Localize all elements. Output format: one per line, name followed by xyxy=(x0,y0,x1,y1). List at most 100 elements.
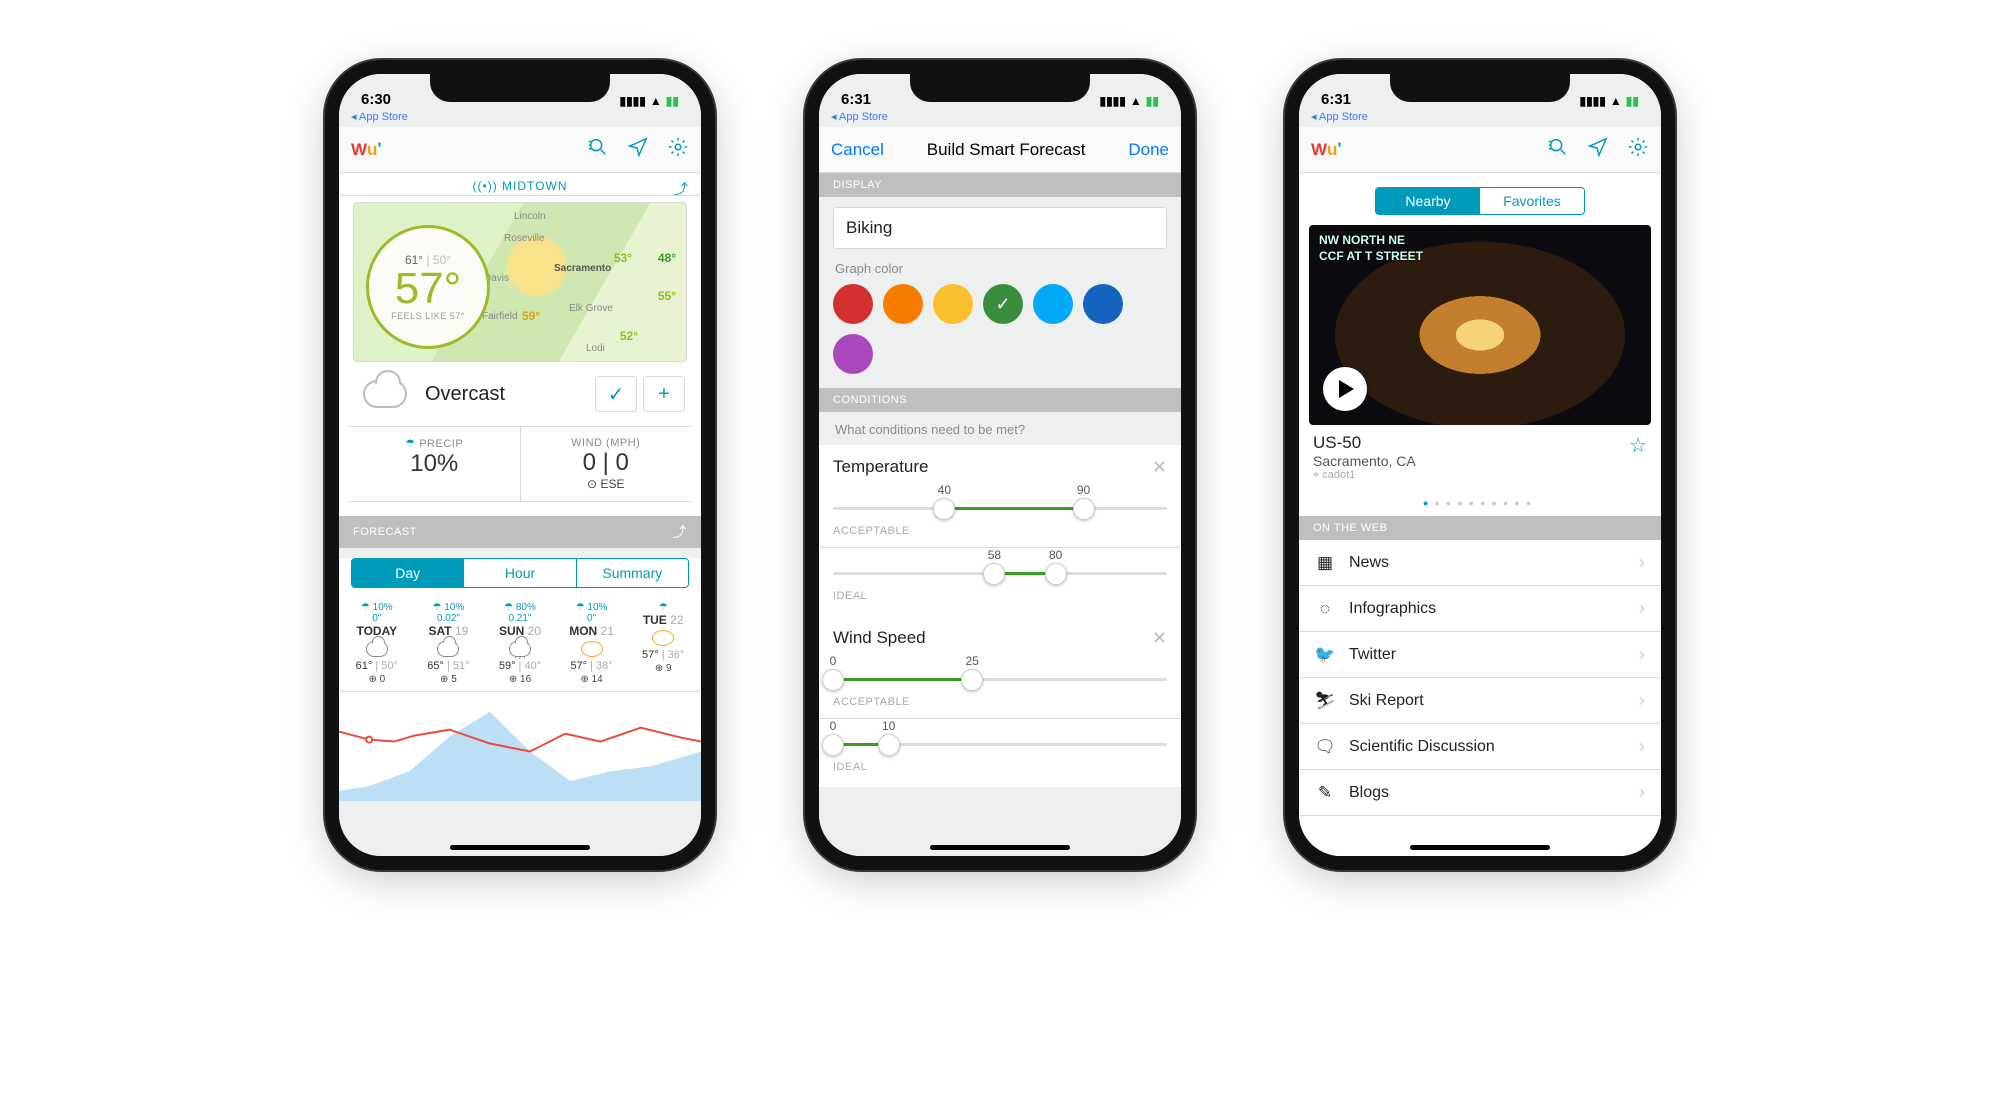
phone-smart-forecast: 6:31 ▮▮▮▮▲▮▮ ◂ App Store Cancel Build Sm… xyxy=(805,60,1195,870)
gear-icon[interactable] xyxy=(667,136,689,163)
conditions-header: CONDITIONS xyxy=(819,388,1181,412)
chevron-right-icon: › xyxy=(1639,690,1645,711)
search-icon[interactable] xyxy=(587,136,609,163)
color-swatch[interactable] xyxy=(833,334,873,374)
page-title: Build Smart Forecast xyxy=(927,140,1086,160)
phone-weather-home: 6:30 ▮▮▮▮▲ ▮▮ ◂ App Store Wu' ((•)) MIDT… xyxy=(325,60,715,870)
color-swatch[interactable] xyxy=(1033,284,1073,324)
mini-map[interactable]: Lincoln Roseville Davis Fairfield Elk Gr… xyxy=(353,202,687,362)
done-button[interactable]: Done xyxy=(1128,140,1169,160)
signal-icon: ▮▮▮▮ xyxy=(619,94,645,108)
phone-webcams: 6:31 ▮▮▮▮▲▮▮ ◂ App Store Wu' Nearby Favo… xyxy=(1285,60,1675,870)
forecast-segments: Day Hour Summary xyxy=(351,558,689,588)
web-link-label: Infographics xyxy=(1349,600,1436,618)
sci-icon: 🗨 xyxy=(1315,737,1335,757)
location-label[interactable]: ((•)) MIDTOWN ⤴ xyxy=(339,173,701,196)
activity-name-input[interactable]: Biking xyxy=(833,207,1167,249)
forecast-day[interactable]: ☂ 80%0.21" SUN 20 59° | 40° ⊕ 16 xyxy=(484,602,556,685)
color-swatch[interactable]: ✓ xyxy=(983,284,1023,324)
close-icon[interactable]: ✕ xyxy=(1152,628,1167,649)
color-swatch[interactable] xyxy=(933,284,973,324)
seg-hour[interactable]: Hour xyxy=(463,559,575,587)
web-link-label: Blogs xyxy=(1349,784,1389,802)
navbar: Wu' xyxy=(1299,127,1661,173)
stat-wind: WIND (MPH) 0 | 0 ⊙ ESE xyxy=(520,427,692,501)
favorite-star-icon[interactable]: ☆ xyxy=(1629,433,1647,458)
locate-icon[interactable] xyxy=(627,136,649,163)
status-right: ▮▮▮▮ ▲ ▮▮ xyxy=(619,94,679,108)
cancel-button[interactable]: Cancel xyxy=(831,140,884,160)
temp-ring: 61° | 50° 57° FEELS LIKE 57° xyxy=(366,225,490,349)
condition-text: Overcast xyxy=(425,383,577,406)
breadcrumb[interactable]: ◂ App Store xyxy=(339,110,701,127)
web-link-row[interactable]: 🐦 Twitter › xyxy=(1299,632,1661,678)
condition-block: ✕ Wind Speed 0 25 ACCEPTABLE 0 10 IDEAL xyxy=(819,616,1181,787)
conditions-hint: What conditions need to be met? xyxy=(819,412,1181,445)
add-button[interactable]: + xyxy=(643,376,685,412)
web-link-row[interactable]: ▦ News › xyxy=(1299,540,1661,586)
web-links-list: ▦ News › ◌ Infographics › 🐦 Twitter › ⛷ … xyxy=(1299,540,1661,816)
locate-icon[interactable] xyxy=(1587,136,1609,163)
condition-title: Temperature xyxy=(833,457,1167,477)
share-icon[interactable]: ⤴ xyxy=(673,522,688,542)
webcam-meta: US-50 Sacramento, CA ⌖ cadot1 ☆ xyxy=(1299,425,1661,490)
range-slider[interactable]: 0 25 xyxy=(833,654,1167,694)
chevron-right-icon: › xyxy=(1639,736,1645,757)
chevron-right-icon: › xyxy=(1639,644,1645,665)
chevron-right-icon: › xyxy=(1639,552,1645,573)
wind-dir-icon: ⊙ xyxy=(587,477,597,491)
hero-card: Lincoln Roseville Davis Fairfield Elk Gr… xyxy=(339,196,701,516)
infog-icon: ◌ xyxy=(1315,599,1335,619)
web-link-row[interactable]: ◌ Infographics › xyxy=(1299,586,1661,632)
seg-day[interactable]: Day xyxy=(352,559,463,587)
status-time: 6:30 xyxy=(361,91,391,108)
forecast-day[interactable]: ☂ 10%0.02" SAT 19 65° | 51° ⊕ 5 xyxy=(413,602,485,685)
play-button[interactable] xyxy=(1323,367,1367,411)
seg-summary[interactable]: Summary xyxy=(576,559,688,587)
web-link-row[interactable]: ✎ Blogs › xyxy=(1299,770,1661,816)
webcam-location: Sacramento, CA xyxy=(1313,453,1416,469)
web-link-row[interactable]: 🗨 Scientific Discussion › xyxy=(1299,724,1661,770)
range-slider[interactable]: 0 10 xyxy=(833,719,1167,759)
webcam-title: US-50 xyxy=(1313,433,1416,453)
check-button[interactable]: ✓ xyxy=(595,376,637,412)
color-swatch[interactable] xyxy=(1083,284,1123,324)
color-swatches: ✓ xyxy=(819,284,1181,388)
gear-icon[interactable] xyxy=(1627,136,1649,163)
close-icon[interactable]: ✕ xyxy=(1152,457,1167,478)
web-link-label: Twitter xyxy=(1349,646,1396,664)
graph-color-label: Graph color xyxy=(819,259,1181,284)
blog-icon: ✎ xyxy=(1315,783,1335,803)
forecast-chart[interactable] xyxy=(339,691,701,801)
color-swatch[interactable] xyxy=(883,284,923,324)
condition-title: Wind Speed xyxy=(833,628,1167,648)
tab-favorites[interactable]: Favorites xyxy=(1480,188,1584,214)
webcam-tabs: Nearby Favorites xyxy=(1375,187,1585,215)
breadcrumb[interactable]: ◂ App Store xyxy=(819,110,1181,127)
forecast-day[interactable]: ☂ 10%0" TODAY 61° | 50° ⊕ 0 xyxy=(341,602,413,685)
wu-logo: Wu' xyxy=(1311,140,1341,160)
range-slider[interactable]: 40 90 xyxy=(833,483,1167,523)
chevron-right-icon: › xyxy=(1639,782,1645,803)
condition-icon xyxy=(363,380,407,408)
range-slider[interactable]: 58 80 xyxy=(833,548,1167,588)
tab-nearby[interactable]: Nearby xyxy=(1376,188,1480,214)
ski-icon: ⛷ xyxy=(1315,691,1335,711)
battery-icon: ▮▮ xyxy=(666,94,679,108)
search-icon[interactable] xyxy=(1547,136,1569,163)
web-link-row[interactable]: ⛷ Ski Report › xyxy=(1299,678,1661,724)
color-swatch[interactable] xyxy=(833,284,873,324)
page-dots[interactable]: ●●●●●●●●●● xyxy=(1299,490,1661,516)
display-header: DISPLAY xyxy=(819,173,1181,197)
wifi-icon: ▲ xyxy=(650,94,662,108)
on-the-web-header: ON THE WEB xyxy=(1299,516,1661,540)
forecast-day[interactable]: ☂ 10%0" MON 21 57° | 38° ⊕ 14 xyxy=(556,602,628,685)
web-link-label: News xyxy=(1349,554,1389,572)
webcam-source: ⌖ cadot1 xyxy=(1313,469,1416,482)
web-link-label: Ski Report xyxy=(1349,692,1424,710)
web-link-label: Scientific Discussion xyxy=(1349,738,1495,756)
forecast-days[interactable]: ☂ 10%0" TODAY 61° | 50° ⊕ 0 ☂ 10%0.02" S… xyxy=(339,598,701,691)
forecast-day[interactable]: ☂ TUE 22 57° | 36° ⊕ 9 xyxy=(627,602,699,685)
webcam-image[interactable]: NW NORTH NE CCF AT T STREET xyxy=(1309,225,1651,425)
breadcrumb[interactable]: ◂ App Store xyxy=(1299,110,1661,127)
